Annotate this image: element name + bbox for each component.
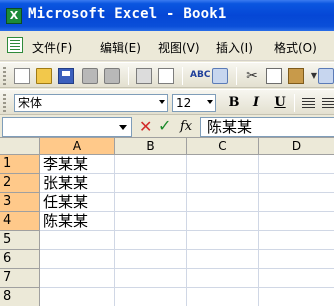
- cell-b3[interactable]: [115, 193, 187, 212]
- cell-c5[interactable]: [187, 231, 259, 250]
- align-center-icon[interactable]: [322, 98, 334, 108]
- font-name-value: 宋体: [18, 96, 43, 110]
- select-all-corner[interactable]: [0, 138, 40, 155]
- cell-c8[interactable]: [187, 288, 259, 306]
- name-box[interactable]: [2, 117, 132, 137]
- formula-input[interactable]: 陈某某: [200, 117, 334, 137]
- align-left-icon[interactable]: [302, 98, 315, 108]
- cell-b7[interactable]: [115, 269, 187, 288]
- font-size-value: 12: [176, 96, 192, 110]
- cell-d6[interactable]: [259, 250, 334, 269]
- insert-function-button[interactable]: fx: [180, 119, 192, 134]
- cut-icon[interactable]: ✂: [244, 68, 260, 84]
- cell-b8[interactable]: [115, 288, 187, 306]
- row-header-2[interactable]: 2: [0, 174, 40, 193]
- cell-c3[interactable]: [187, 193, 259, 212]
- excel-app-icon[interactable]: X: [6, 8, 22, 24]
- cell-a5[interactable]: [40, 231, 115, 250]
- menu-file[interactable]: 文件(F): [32, 39, 72, 56]
- print-icon[interactable]: [136, 68, 152, 84]
- menu-format[interactable]: 格式(O): [274, 39, 317, 56]
- cell-d8[interactable]: [259, 288, 334, 306]
- new-icon[interactable]: [14, 68, 30, 84]
- toolbar-grip[interactable]: [3, 67, 6, 85]
- format-painter-icon[interactable]: [318, 68, 334, 84]
- chevron-down-icon[interactable]: [159, 100, 165, 104]
- standard-toolbar: ABC ✂ ▼: [0, 62, 334, 88]
- cell-b6[interactable]: [115, 250, 187, 269]
- cell-c6[interactable]: [187, 250, 259, 269]
- menu-insert[interactable]: 插入(I): [216, 39, 253, 56]
- cancel-icon[interactable]: ✕: [139, 117, 152, 136]
- cell-d1[interactable]: [259, 155, 334, 174]
- enter-icon[interactable]: ✓: [158, 116, 171, 135]
- underline-button[interactable]: U: [272, 95, 288, 111]
- chevron-down-icon[interactable]: [207, 100, 213, 104]
- formula-bar: ✕ ✓ fx 陈某某: [0, 116, 334, 138]
- cell-b5[interactable]: [115, 231, 187, 250]
- menu-bar: 文件(F) 编辑(E) 视图(V) 插入(I) 格式(O): [0, 31, 334, 61]
- column-header-b[interactable]: B: [115, 138, 187, 155]
- toolbar-separator: [236, 67, 237, 85]
- cell-a1[interactable]: 李某某: [40, 155, 115, 174]
- cell-a2[interactable]: 张某某: [40, 174, 115, 193]
- cell-b2[interactable]: [115, 174, 187, 193]
- window-title: Microsoft Excel - Book1: [28, 6, 227, 22]
- toolbar-separator: [294, 94, 295, 112]
- cell-a4[interactable]: 陈某某: [40, 212, 115, 231]
- toolbar-separator: [182, 67, 183, 85]
- row-header-6[interactable]: 6: [0, 250, 40, 269]
- research-icon[interactable]: [212, 68, 228, 84]
- row-header-8[interactable]: 8: [0, 288, 40, 306]
- row-header-5[interactable]: 5: [0, 231, 40, 250]
- title-bar[interactable]: X Microsoft Excel - Book1: [0, 0, 334, 31]
- row-header-4[interactable]: 4: [0, 212, 40, 231]
- font-name-select[interactable]: 宋体: [14, 94, 168, 112]
- toolbar-separator: [128, 67, 129, 85]
- worksheet-grid: A B C D 1 2 3 4 5 6 7 8 李某某 张某某 任某某 陈某某: [0, 138, 334, 306]
- cell-b4[interactable]: [115, 212, 187, 231]
- column-header-c[interactable]: C: [187, 138, 259, 155]
- column-header-d[interactable]: D: [259, 138, 334, 155]
- cell-a6[interactable]: [40, 250, 115, 269]
- save-icon[interactable]: [58, 68, 74, 84]
- cell-d3[interactable]: [259, 193, 334, 212]
- cell-b1[interactable]: [115, 155, 187, 174]
- cell-c4[interactable]: [187, 212, 259, 231]
- permission-icon-2[interactable]: [104, 68, 120, 84]
- cell-a7[interactable]: [40, 269, 115, 288]
- copy-icon[interactable]: [266, 68, 282, 84]
- row-header-1[interactable]: 1: [0, 155, 40, 174]
- print-preview-icon[interactable]: [158, 68, 174, 84]
- spelling-icon[interactable]: ABC: [190, 68, 210, 84]
- paste-icon[interactable]: [288, 68, 304, 84]
- cell-d5[interactable]: [259, 231, 334, 250]
- menu-edit[interactable]: 编辑(E): [100, 39, 141, 56]
- cell-c1[interactable]: [187, 155, 259, 174]
- chevron-down-icon[interactable]: [119, 125, 127, 130]
- font-size-select[interactable]: 12: [172, 94, 216, 112]
- cell-d4[interactable]: [259, 212, 334, 231]
- menu-view[interactable]: 视图(V): [158, 39, 200, 56]
- cell-a3[interactable]: 任某某: [40, 193, 115, 212]
- cell-d7[interactable]: [259, 269, 334, 288]
- cell-a8[interactable]: [40, 288, 115, 306]
- italic-button[interactable]: I: [248, 95, 264, 111]
- permission-icon[interactable]: [82, 68, 98, 84]
- bold-button[interactable]: B: [226, 95, 242, 111]
- row-header-7[interactable]: 7: [0, 269, 40, 288]
- formatting-toolbar: 宋体 12 B I U: [0, 89, 334, 115]
- workbook-icon[interactable]: [7, 37, 23, 53]
- cell-c7[interactable]: [187, 269, 259, 288]
- cell-d2[interactable]: [259, 174, 334, 193]
- open-icon[interactable]: [36, 68, 52, 84]
- cell-c2[interactable]: [187, 174, 259, 193]
- column-header-a[interactable]: A: [40, 138, 115, 155]
- row-header-3[interactable]: 3: [0, 193, 40, 212]
- toolbar-grip[interactable]: [3, 94, 6, 112]
